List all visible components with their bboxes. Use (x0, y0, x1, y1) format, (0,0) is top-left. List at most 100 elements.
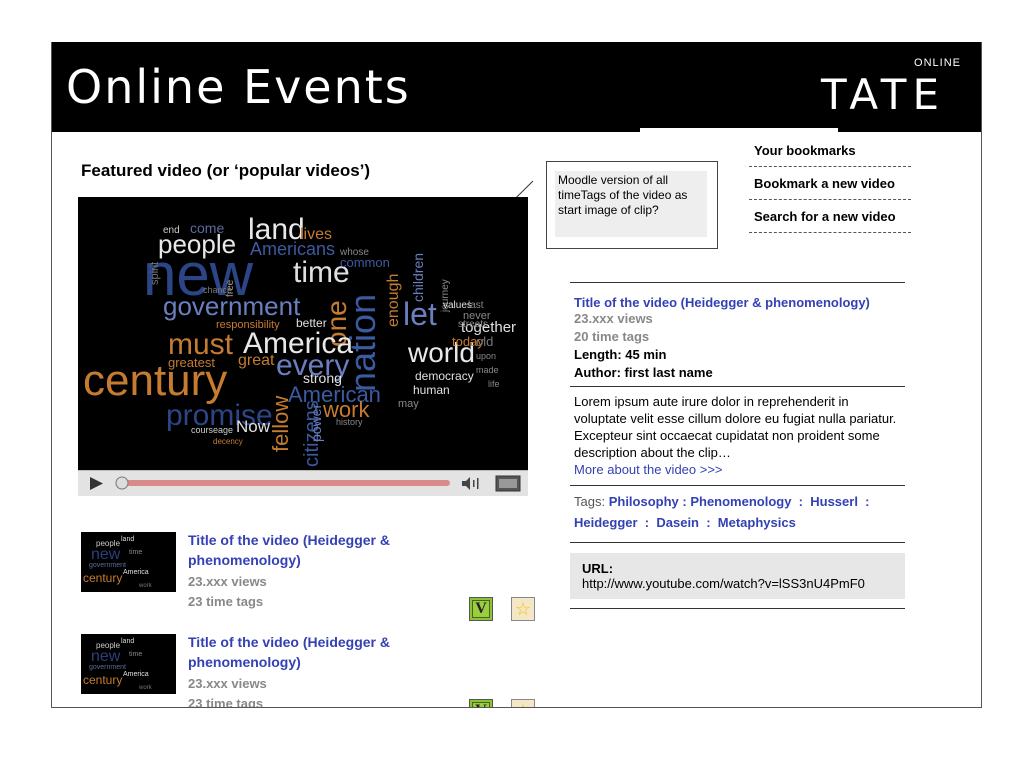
video-title-link[interactable]: Title of the video (Heidegger & phenomen… (188, 632, 428, 672)
view-button-label: V (475, 600, 487, 617)
wordcloud-word: lives (300, 226, 332, 243)
brand-logo[interactable]: TATE (821, 70, 945, 119)
view-button[interactable]: V (469, 699, 493, 707)
wordcloud-word: Now (236, 417, 271, 436)
tag-link[interactable]: Philosophy (609, 494, 679, 509)
header-divider (640, 128, 838, 132)
side-links: Your bookmarks Bookmark a new video Sear… (749, 134, 911, 233)
video-views: 23.xxx views (188, 574, 267, 589)
video-thumbnail[interactable]: people land new time government America … (81, 634, 176, 694)
detail-title-link[interactable]: Title of the video (Heidegger & phenomen… (570, 295, 905, 310)
wordcloud-word: made (476, 365, 499, 375)
wordcloud-word: decency (213, 437, 243, 446)
wordcloud-word: free (225, 279, 236, 297)
svg-text:new: new (91, 648, 121, 665)
tags-line: Tags: Philosophy : Phenomenology : Husse… (574, 494, 870, 530)
wordcloud-word: children (410, 253, 426, 302)
view-button[interactable]: V (469, 597, 493, 621)
view-button-label: V (475, 702, 487, 707)
detail-views: 23.xxx views (574, 311, 653, 326)
wordcloud-word: better (296, 316, 327, 330)
wordcloud-word: life (488, 379, 500, 389)
svg-text:century: century (83, 673, 122, 687)
player-controls-bar (78, 471, 528, 496)
wordcloud-word: fellow (268, 396, 293, 452)
url-box: URL: http://www.youtube.com/watch?v=lSS3… (570, 553, 905, 599)
svg-text:America: America (123, 569, 149, 576)
wordcloud-word: history (336, 417, 363, 427)
svg-text:work: work (138, 583, 153, 589)
svg-text:America: America (123, 671, 149, 678)
header-banner: Online Events ONLINE TATE (52, 42, 981, 132)
star-icon: ☆ (515, 701, 531, 708)
tags-label: Tags (574, 494, 602, 509)
wordcloud-word: democracy (415, 369, 474, 383)
svg-text:government: government (89, 664, 126, 671)
seek-handle[interactable] (115, 476, 129, 490)
wordcloud-word: strong (303, 370, 342, 386)
divider (570, 282, 905, 283)
url-value[interactable]: http://www.youtube.com/watch?v=lSS3nU4Pm… (582, 576, 895, 591)
wordcloud-word: upon (476, 351, 496, 361)
progress-bar[interactable] (120, 480, 450, 486)
wordcloud-word: end (163, 225, 180, 236)
bookmark-new-video-link[interactable]: Bookmark a new video (749, 167, 911, 200)
video-views: 23.xxx views (188, 676, 267, 691)
svg-text:land: land (121, 638, 134, 645)
detail-length: Length: 45 min (574, 347, 667, 362)
annotation-note: Moodle version of all timeTags of the vi… (546, 161, 718, 249)
divider (570, 542, 905, 543)
your-bookmarks-link[interactable]: Your bookmarks (749, 134, 911, 167)
wordcloud-word: whose (339, 247, 369, 258)
svg-text:time: time (129, 651, 142, 658)
video-title-link[interactable]: Title of the video (Heidegger & phenomen… (188, 530, 428, 570)
page-title: Online Events (66, 60, 411, 114)
video-thumbnail[interactable]: people land new time government America … (81, 532, 176, 592)
wordcloud-word: greatest (168, 355, 215, 370)
fullscreen-icon[interactable] (495, 475, 521, 492)
divider (570, 608, 905, 609)
wordcloud-word: spirit (149, 262, 161, 285)
wordcloud-word: responsibility (216, 319, 280, 331)
player-controls (78, 470, 528, 496)
list-item[interactable]: people land new time government America … (81, 530, 541, 621)
tag-link[interactable]: Metaphysics (718, 515, 796, 530)
star-icon: ☆ (514, 598, 532, 619)
video-time-tags: 23 time tags (188, 696, 264, 708)
brand-subtitle: ONLINE (914, 57, 961, 69)
svg-text:land: land (121, 536, 134, 543)
svg-text:work: work (138, 685, 153, 691)
tag-link[interactable]: Phenomenology (690, 494, 791, 509)
page-frame: Online Events ONLINE TATE Featured video… (51, 42, 982, 708)
svg-text:government: government (89, 562, 126, 569)
detail-author: Author: first last name (574, 365, 713, 380)
wordcloud-word: course (191, 425, 218, 435)
svg-text:new: new (91, 546, 121, 563)
wordcloud-word: old (476, 334, 493, 349)
url-label: URL: (582, 561, 614, 576)
wordcloud-word: power (308, 404, 324, 442)
video-time-tags: 23 time tags (188, 594, 264, 609)
video-detail-panel: Title of the video (Heidegger & phenomen… (570, 282, 905, 609)
video-player[interactable]: land people Americans lives new time common gov… (78, 197, 528, 496)
search-new-video-link[interactable]: Search for a new video (749, 200, 911, 233)
wordcloud-word: age (218, 425, 233, 435)
tag-link[interactable]: Heidegger (574, 515, 638, 530)
tag-link[interactable]: Dasein (656, 515, 699, 530)
bookmark-star-button[interactable]: ☆ (511, 699, 535, 708)
wordcloud-word: streets (458, 319, 488, 330)
wordcloud-word: may (398, 398, 419, 410)
svg-text:time: time (129, 549, 142, 556)
featured-heading: Featured video (or ‘popular videos’) (81, 161, 371, 180)
wordcloud-word: enough (385, 274, 402, 327)
annotation-note-text: Moodle version of all timeTags of the vi… (555, 171, 707, 237)
tag-link[interactable]: Husserl (810, 494, 858, 509)
list-item[interactable]: people land new time government America … (81, 632, 541, 708)
wordcloud-frame: landpeople Americanslivesnew timecommongov… (78, 197, 528, 470)
svg-text:century: century (83, 571, 122, 585)
detail-description: Lorem ipsum aute irure dolor in reprehen… (570, 387, 905, 485)
bookmark-star-button[interactable]: ☆ (511, 597, 535, 621)
wordcloud-word: come (190, 220, 224, 236)
detail-time-tags: 20 time tags (574, 329, 650, 344)
more-about-link[interactable]: More about the video >>> (574, 462, 723, 477)
